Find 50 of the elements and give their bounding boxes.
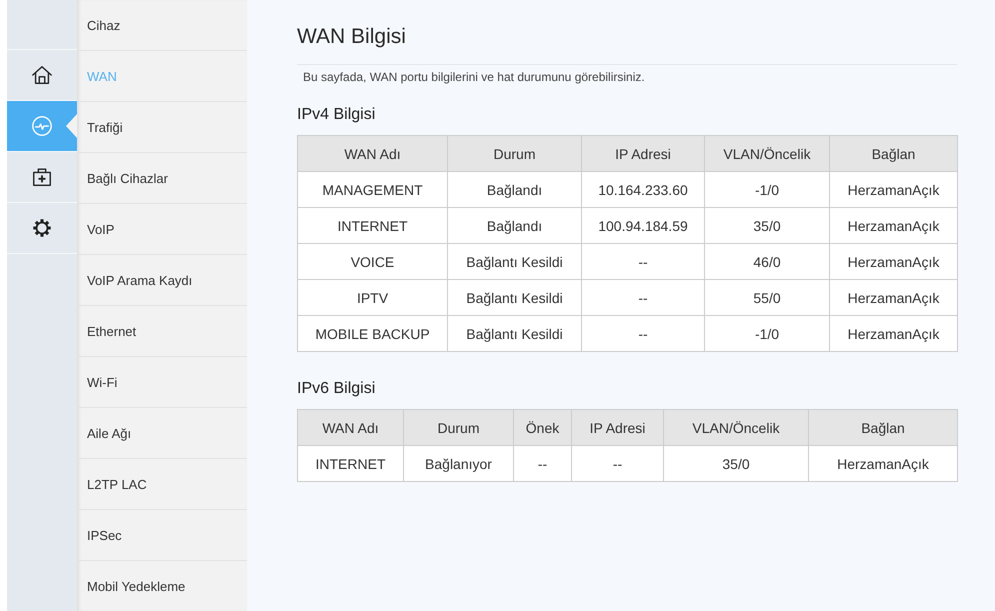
table-cell: Bağlantı Kesildi	[448, 280, 582, 316]
table-cell: INTERNET	[298, 446, 404, 482]
column-header: Bağlan	[830, 136, 958, 172]
table-cell: Bağlantı Kesildi	[448, 316, 582, 352]
table-cell: --	[514, 446, 572, 482]
table-cell: INTERNET	[298, 208, 448, 244]
table-cell: MANAGEMENT	[298, 172, 448, 208]
table-cell: 100.94.184.59	[582, 208, 704, 244]
column-header: IP Adresi	[582, 136, 704, 172]
table-cell: IPTV	[298, 280, 448, 316]
table-cell: --	[572, 446, 664, 482]
table-cell: MOBILE BACKUP	[298, 316, 448, 352]
table-cell: --	[582, 244, 704, 280]
column-header: WAN Adı	[298, 136, 448, 172]
table-cell: Bağlanıyor	[404, 446, 514, 482]
column-header: WAN Adı	[298, 410, 404, 446]
table-cell: 10.164.233.60	[582, 172, 704, 208]
table-cell: HerzamanAçık	[830, 244, 958, 280]
table-cell: Bağlantı Kesildi	[448, 244, 582, 280]
table-cell: -1/0	[704, 316, 830, 352]
table-cell: HerzamanAçık	[830, 208, 958, 244]
section-heading: IPv4 Bilgisi	[297, 105, 376, 125]
column-header: VLAN/Öncelik	[704, 136, 830, 172]
column-header: Durum	[448, 136, 582, 172]
gear-icon	[31, 217, 53, 239]
table-cell: --	[582, 280, 704, 316]
page-description: Bu sayfada, WAN portu bilgilerini ve hat durumunu görebilirsiniz.	[303, 69, 645, 85]
table-cell: HerzamanAçık	[808, 446, 958, 482]
table-cell: VOICE	[298, 244, 448, 280]
table-cell: 35/0	[664, 446, 808, 482]
column-header: Bağlan	[808, 410, 958, 446]
table-cell: 55/0	[704, 280, 830, 316]
table-cell: HerzamanAçık	[830, 280, 958, 316]
table-cell: -1/0	[704, 172, 830, 208]
table-cell: 46/0	[704, 244, 830, 280]
table-cell: HerzamanAçık	[830, 316, 958, 352]
column-header: Önek	[514, 410, 572, 446]
table-cell: --	[582, 316, 704, 352]
page-title: WAN Bilgisi	[297, 24, 406, 50]
section-heading: IPv6 Bilgisi	[297, 379, 376, 399]
pulse-circle-icon	[31, 115, 53, 137]
column-header: IP Adresi	[572, 410, 664, 446]
table-cell: 35/0	[704, 208, 830, 244]
home-icon	[31, 64, 53, 86]
table-cell: HerzamanAçık	[830, 172, 958, 208]
table-cell: Bağlandı	[448, 208, 582, 244]
column-header: Durum	[404, 410, 514, 446]
briefcase-plus-icon	[31, 166, 53, 188]
table-cell: Bağlandı	[448, 172, 582, 208]
column-header: VLAN/Öncelik	[664, 410, 808, 446]
